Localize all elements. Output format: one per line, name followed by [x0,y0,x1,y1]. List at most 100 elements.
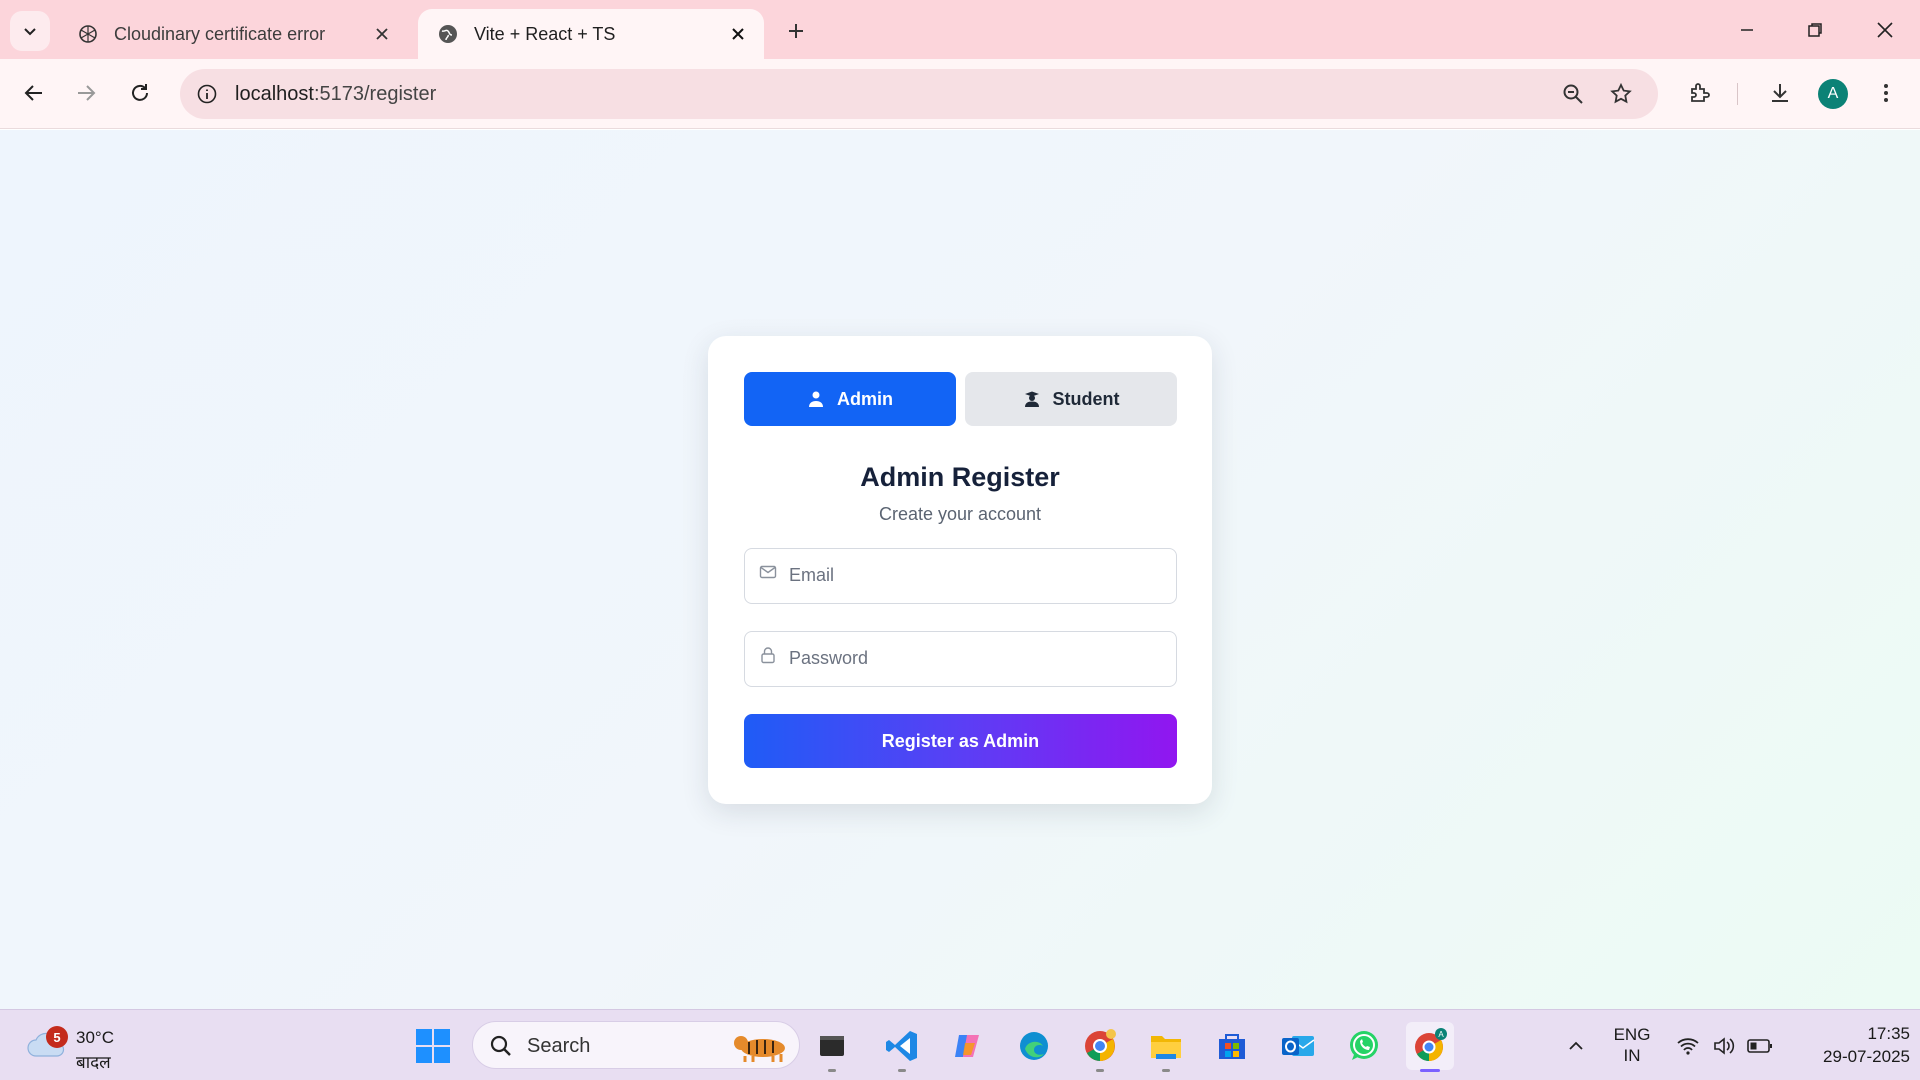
tab-strip: Cloudinary certificate error Vite + Reac… [0,0,1920,59]
windows-taskbar: 5 30°C बादल Search A ENG IN 17:35 29-07-… [0,1009,1920,1080]
whatsapp-icon [1350,1031,1378,1060]
taskbar-app-file-explorer[interactable] [1142,1022,1190,1072]
openai-icon [76,22,100,46]
system-clock[interactable]: 17:35 29-07-2025 [1790,1022,1910,1068]
register-button[interactable]: Register as Admin [744,714,1177,768]
url-text[interactable]: localhost:5173/register [235,83,436,106]
back-button[interactable] [14,73,54,113]
clock-date: 29-07-2025 [1823,1047,1910,1066]
wifi-icon[interactable] [1674,1032,1702,1060]
minimize-button[interactable] [1724,10,1770,50]
tab-cloudinary[interactable]: Cloudinary certificate error [58,9,408,59]
copilot-icon [955,1035,979,1057]
globe-icon [436,22,460,46]
download-icon[interactable] [1760,73,1800,113]
password-input[interactable] [789,632,1169,685]
running-indicator [1162,1069,1170,1072]
reload-icon [132,84,148,101]
taskbar-search[interactable]: Search [472,1021,800,1069]
clock-time: 17:35 [1867,1024,1910,1043]
taskbar-app-chrome-profile[interactable]: A [1406,1022,1454,1072]
file-explorer-terminal-icon [820,1036,844,1056]
arrow-left-icon [24,85,42,101]
restore-button[interactable] [1792,10,1838,50]
language-code: ENG [1613,1025,1651,1044]
email-input[interactable] [789,549,1169,602]
taskbar-app-terminal[interactable] [808,1022,856,1072]
student-role-button[interactable]: Student [965,372,1177,426]
admin-role-button[interactable]: Admin [744,372,956,426]
region-code: IN [1623,1046,1641,1065]
extensions-icon[interactable] [1680,73,1720,113]
outlook-icon [1282,1036,1315,1056]
tab-search-button[interactable] [10,11,50,51]
student-role-label: Student [1052,388,1120,409]
page-title: Admin Register [860,462,1060,492]
taskbar-app-whatsapp[interactable] [1340,1022,1388,1070]
minimize-icon [1741,29,1753,31]
search-icon [489,1034,513,1063]
mail-icon [759,563,777,581]
start-button[interactable] [409,1022,457,1070]
close-icon [1877,22,1893,38]
running-indicator [1096,1069,1104,1072]
volume-icon[interactable] [1710,1032,1738,1060]
show-hidden-icons[interactable] [1562,1032,1590,1060]
chevron-down-icon [24,28,36,36]
new-tab-button[interactable] [780,15,812,47]
taskbar-app-copilot[interactable] [944,1022,992,1070]
register-card: Admin Student Admin Register Create your… [708,336,1212,804]
microsoft-store-icon [1219,1034,1245,1059]
tab-vite[interactable]: Vite + React + TS [418,9,764,59]
page-subtitle: Create your account [878,504,1042,524]
profile-avatar[interactable]: A [1818,79,1848,109]
url-host: localhost [235,83,314,105]
chevron-up-icon [1569,1041,1583,1050]
language-indicator[interactable]: ENG IN [1610,1024,1654,1066]
weather-widget[interactable]: 5 30°C बादल [26,1022,146,1072]
close-icon[interactable] [726,22,750,46]
more-menu-icon[interactable] [1866,73,1906,113]
taskbar-app-outlook[interactable] [1274,1022,1322,1070]
reload-button[interactable] [120,73,160,113]
weather-badge: 5 [46,1026,68,1048]
zoom-icon[interactable] [1558,79,1588,109]
url-path: :5173/register [313,83,437,105]
close-window-button[interactable] [1862,10,1908,50]
running-indicator [898,1069,906,1072]
taskbar-app-chrome[interactable] [1076,1022,1124,1072]
windows-start-icon [416,1029,450,1063]
password-field[interactable] [744,631,1177,687]
taskbar-app-vscode[interactable] [878,1022,926,1072]
address-bar[interactable]: localhost:5173/register [180,69,1658,119]
close-icon[interactable] [370,22,394,46]
lock-icon [759,646,777,664]
battery-icon[interactable] [1746,1032,1774,1060]
active-indicator [1420,1069,1440,1072]
file-explorer-icon [1151,1036,1181,1059]
arrow-right-icon [78,85,96,101]
email-field[interactable] [744,548,1177,604]
forward-button[interactable] [66,73,106,113]
weather-temp: 30°C [76,1028,114,1047]
chrome-profile-icon: A [1415,1028,1447,1061]
svg-text:A: A [1438,1030,1444,1039]
edge-icon [1020,1032,1048,1060]
bookmark-star-icon[interactable] [1606,79,1636,109]
taskbar-app-store[interactable] [1208,1022,1256,1070]
weather-condition: बादल [76,1053,111,1072]
restore-icon [1808,23,1822,37]
user-icon [807,390,825,408]
tab-title: Cloudinary certificate error [114,23,326,44]
plus-icon [789,24,803,38]
site-info-icon[interactable] [190,77,224,111]
running-indicator [828,1069,836,1072]
page-background: Admin Student Admin Register Create your… [0,130,1920,1009]
browser-toolbar: localhost:5173/register A [0,59,1920,129]
admin-role-label: Admin [837,388,893,409]
taskbar-app-edge[interactable] [1010,1022,1058,1070]
vscode-icon [886,1031,917,1061]
graduate-icon [1023,390,1041,408]
tab-title: Vite + React + TS [474,23,616,44]
chrome-icon [1085,1029,1116,1061]
